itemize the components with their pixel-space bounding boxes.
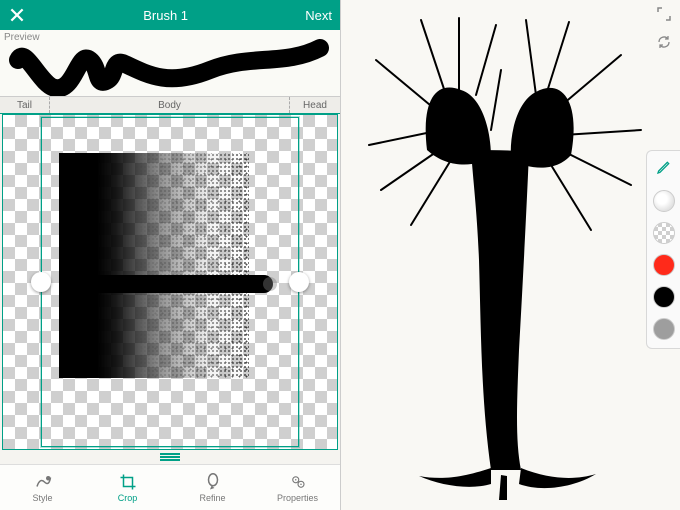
next-button[interactable]: Next bbox=[305, 8, 332, 23]
bottom-toolbar: Style Crop Refine Properties bbox=[0, 464, 340, 510]
tool-label: Properties bbox=[277, 493, 318, 503]
tool-label: Style bbox=[32, 493, 52, 503]
color-palette bbox=[646, 150, 680, 349]
crop-handle-right[interactable] bbox=[289, 272, 309, 292]
canvas-controls bbox=[656, 6, 672, 50]
close-button[interactable] bbox=[8, 6, 26, 24]
swatch-radial-white[interactable] bbox=[653, 190, 675, 212]
close-icon bbox=[8, 6, 26, 24]
tool-refine[interactable]: Refine bbox=[170, 465, 255, 510]
style-icon bbox=[34, 473, 52, 491]
swatch-black[interactable] bbox=[653, 286, 675, 308]
crop-area[interactable] bbox=[2, 114, 338, 450]
swatch-red[interactable] bbox=[653, 254, 675, 276]
refresh-button[interactable] bbox=[656, 34, 672, 50]
segment-body[interactable]: Body bbox=[50, 97, 290, 113]
brush-editor-panel: Brush 1 Next Preview Tail Body Head bbox=[0, 0, 340, 510]
swatch-checker[interactable] bbox=[653, 222, 675, 244]
tool-label: Crop bbox=[118, 493, 138, 503]
refine-icon bbox=[204, 473, 222, 491]
swatch-gray[interactable] bbox=[653, 318, 675, 340]
drag-lines-icon bbox=[160, 456, 180, 458]
properties-icon bbox=[289, 473, 307, 491]
edit-palette-button[interactable] bbox=[656, 159, 672, 180]
segment-tail[interactable]: Tail bbox=[0, 97, 50, 113]
crop-icon bbox=[119, 473, 137, 491]
brush-stroke-preview bbox=[0, 30, 340, 96]
brush-preview: Preview bbox=[0, 30, 340, 96]
segment-head[interactable]: Head bbox=[290, 97, 340, 113]
app-root: Brush 1 Next Preview Tail Body Head bbox=[0, 0, 680, 510]
crop-rectangle[interactable] bbox=[41, 117, 299, 447]
tool-style[interactable]: Style bbox=[0, 465, 85, 510]
canvas-panel bbox=[340, 0, 680, 510]
panel-drag-handle[interactable] bbox=[0, 450, 340, 464]
segment-markers: Tail Body Head bbox=[0, 96, 340, 114]
pencil-icon bbox=[656, 159, 672, 175]
tool-properties[interactable]: Properties bbox=[255, 465, 340, 510]
preview-label: Preview bbox=[4, 32, 40, 43]
editor-title: Brush 1 bbox=[26, 8, 305, 23]
canvas-artwork[interactable] bbox=[341, 0, 680, 510]
expand-icon bbox=[656, 6, 672, 22]
expand-button[interactable] bbox=[656, 6, 672, 22]
refresh-icon bbox=[656, 34, 672, 50]
editor-header: Brush 1 Next bbox=[0, 0, 340, 30]
tool-crop[interactable]: Crop bbox=[85, 465, 170, 510]
crop-handle-left[interactable] bbox=[31, 272, 51, 292]
tool-label: Refine bbox=[199, 493, 225, 503]
